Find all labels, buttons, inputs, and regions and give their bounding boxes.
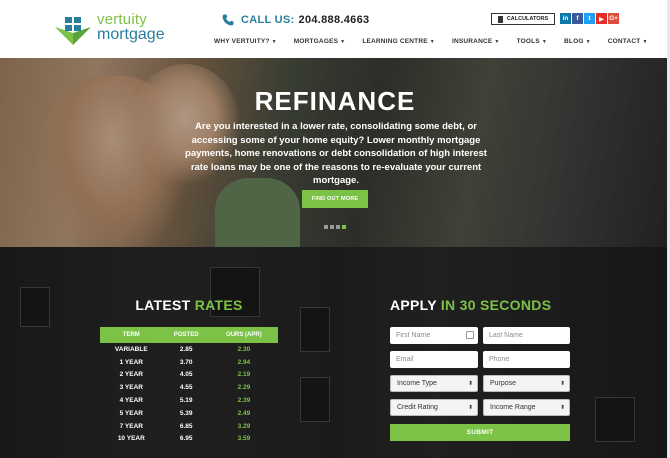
nav-item-why-vertuity[interactable]: WHY VERTUITY? ▼ [214,38,277,45]
chevron-down-icon: ▼ [541,39,547,45]
column-header-posted: POSTED [162,327,210,343]
chevron-down-icon: ▼ [585,39,591,45]
slider-dots [324,225,346,229]
calculator-icon [497,15,503,23]
apply-title: APPLY IN 30 SECONDS [390,297,552,313]
vertuity-logo[interactable]: vertuity mortgage [55,11,175,47]
table-row: 3 YEAR 4.55 2.29 [119,384,251,392]
nav-item-contact[interactable]: CONTACT ▼ [608,38,648,45]
social-links: in f t ▶ G+ [560,13,619,24]
slider-dot[interactable] [336,225,340,229]
slider-dot[interactable] [324,225,328,229]
phone-input[interactable]: Phone [483,351,570,368]
table-row: 5 YEAR 5.39 2.49 [119,409,251,417]
first-name-input[interactable]: First Name [390,327,478,344]
income-type-select[interactable]: Income Type ⬍ [390,375,478,392]
phone-icon [222,14,234,26]
column-header-ours: OURS (APR) [209,327,278,343]
twitter-icon[interactable]: t [584,13,595,24]
table-row: 7 YEAR 6.85 3.29 [119,422,251,430]
purpose-select[interactable]: Purpose ⬍ [483,375,570,392]
site-header: vertuity mortgage CALL US: 204.888.4663 … [0,0,670,58]
hero-text: Are you interested in a lower rate, cons… [185,121,487,186]
chevron-down-icon: ▼ [271,39,277,45]
main-nav: WHY VERTUITY? ▼ MORTGAGES ▼ LEARNING CENTR… [214,38,665,45]
credit-rating-select[interactable]: Credit Rating ⬍ [390,399,478,416]
table-row: 10 YEAR 6.95 3.59 [117,435,251,443]
slider-dot[interactable] [330,225,334,229]
nav-item-blog[interactable]: BLOG ▼ [564,38,591,45]
logo-line1: vertuity [97,11,147,28]
logo-line2: mortgage [97,26,165,43]
nav-item-learning-centre[interactable]: LEARNING CENTRE ▼ [362,38,435,45]
chevron-down-icon: ▼ [340,39,346,45]
select-arrows-icon: ⬍ [559,405,565,411]
table-row: 4 YEAR 5.19 2.39 [119,397,251,405]
rates-title: LATEST RATES [135,297,243,313]
find-out-more-button[interactable]: FIND OUT MORE [302,190,368,208]
hero-banner: REFINANCE Are you interested in a lower … [0,58,670,247]
googleplus-icon[interactable]: G+ [608,13,619,24]
chevron-down-icon: ▼ [642,39,648,45]
rates-table: TERM POSTED OURS (APR) VARIABLE 2.85 2.30 … [100,327,278,445]
select-arrows-icon: ⬍ [467,381,473,387]
nav-item-mortgages[interactable]: MORTGAGES ▼ [294,38,346,45]
calculators-button[interactable]: CALCULATORS [491,13,555,25]
phone-number[interactable]: 204.888.4663 [299,14,370,26]
table-row: VARIABLE 2.85 2.30 [114,345,251,353]
chevron-down-icon: ▼ [494,39,500,45]
call-us[interactable]: CALL US: 204.888.4663 [222,13,369,27]
nav-item-tools[interactable]: TOOLS ▼ [517,38,547,45]
linkedin-icon[interactable]: in [560,13,571,24]
slider-dot-active[interactable] [342,225,346,229]
hero-title: REFINANCE [254,86,416,116]
table-row: 2 YEAR 4.05 2.19 [119,371,251,379]
select-arrows-icon: ⬍ [467,405,473,411]
select-arrows-icon: ⬍ [559,381,565,387]
nav-item-insurance[interactable]: INSURANCE ▼ [452,38,500,45]
calculators-label: CALCULATORS [506,16,549,22]
call-label: CALL US: [241,14,295,26]
column-header-term: TERM [100,327,163,343]
contact-card-icon [466,331,474,339]
rates-apply-section: LATEST RATES TERM POSTED OURS (APR) VARI… [0,247,670,458]
income-range-select[interactable]: Income Range ⬍ [483,399,570,416]
submit-button[interactable]: SUBMIT [390,424,570,441]
chevron-down-icon: ▼ [429,39,435,45]
email-input[interactable]: Email [390,351,478,368]
last-name-input[interactable]: Last Name [483,327,570,344]
facebook-icon[interactable]: f [572,13,583,24]
logo-house-icon [55,17,91,45]
table-row: 1 YEAR 3.70 2.94 [119,358,251,366]
youtube-icon[interactable]: ▶ [596,13,607,24]
